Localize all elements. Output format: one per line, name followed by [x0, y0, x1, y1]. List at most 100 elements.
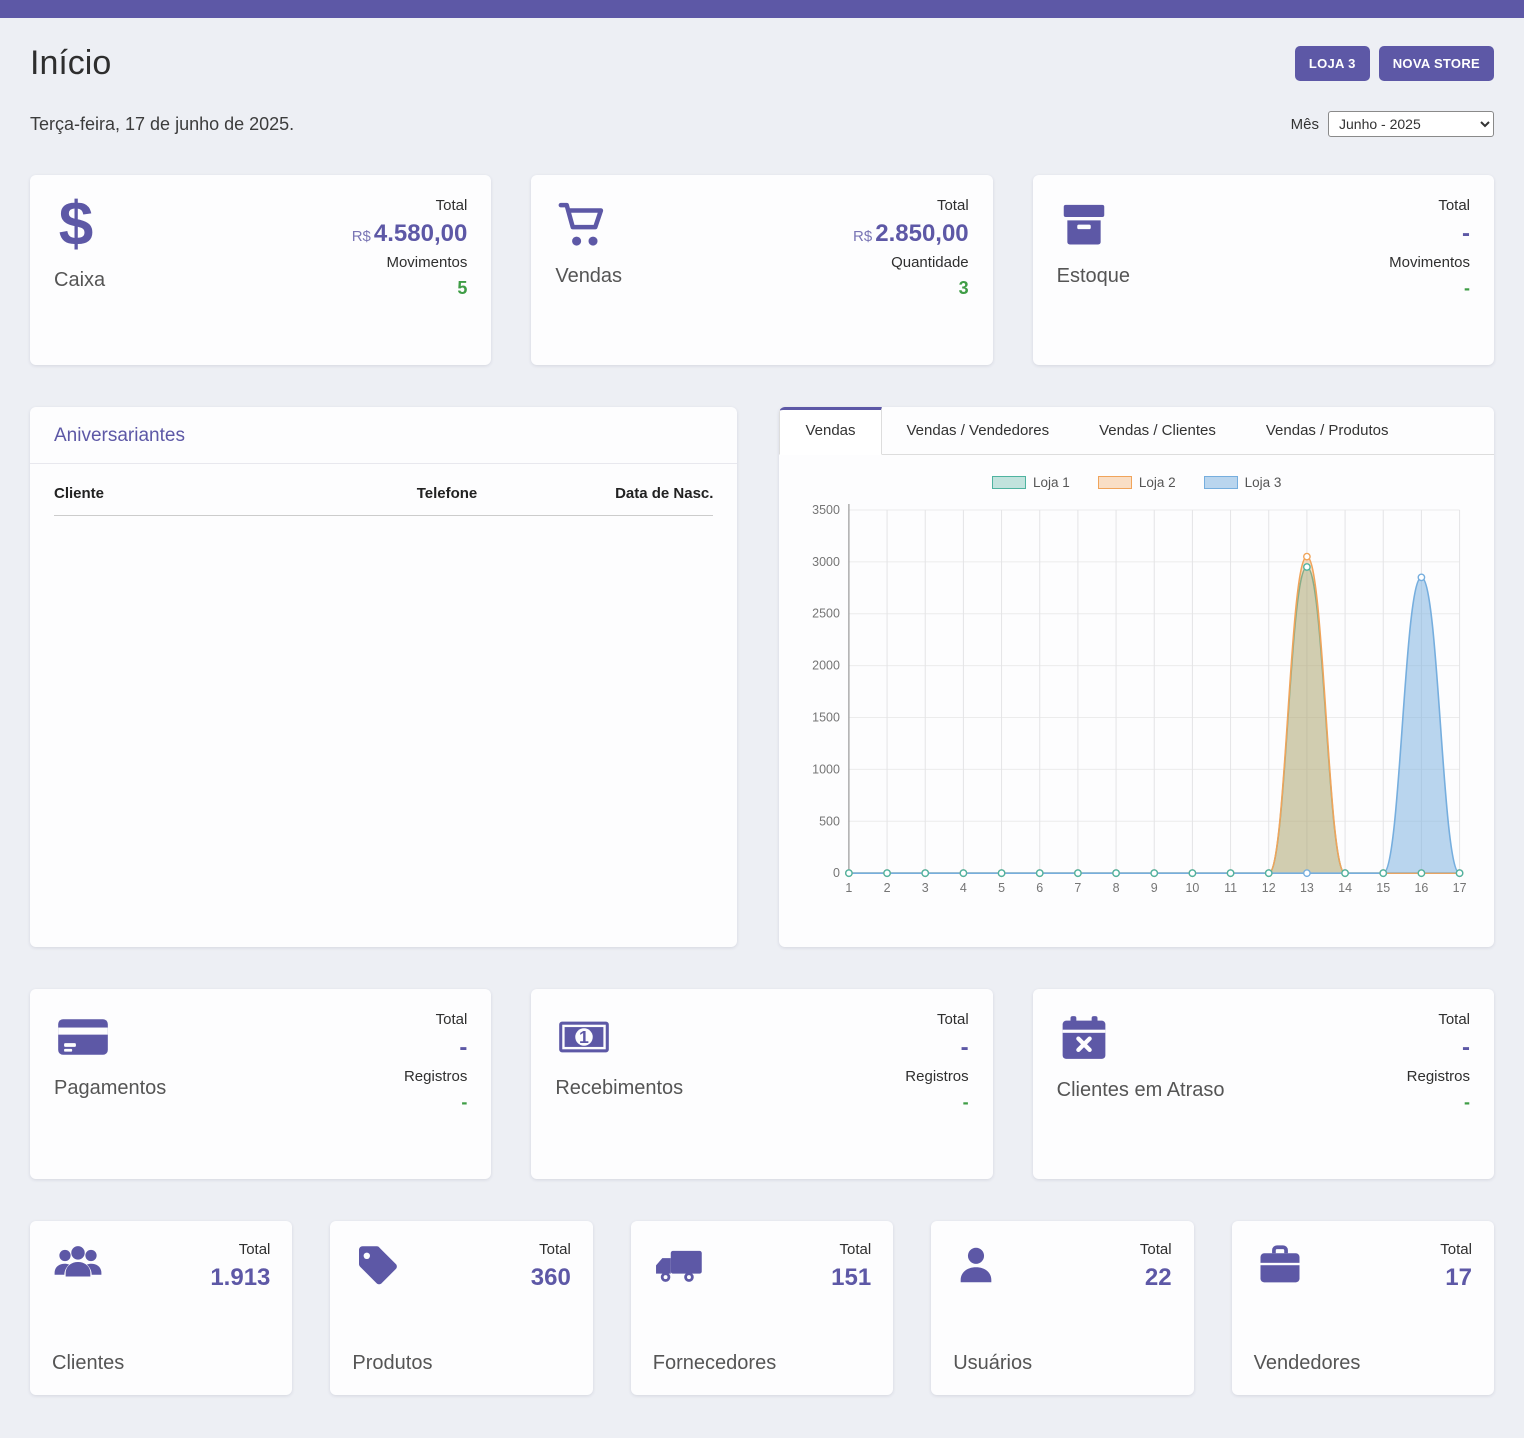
chart-tabs: Vendas Vendas / Vendedores Vendas / Clie…	[779, 407, 1494, 455]
top-accent-bar	[0, 0, 1524, 18]
sub-label: Movimentos	[1389, 254, 1470, 271]
usuarios-card: Total 22 Usuários	[931, 1221, 1193, 1395]
total-value: R$2.850,00	[853, 221, 969, 247]
month-select[interactable]: Junho - 2025	[1328, 111, 1494, 137]
data-point-marker	[1228, 870, 1234, 876]
nova-store-button[interactable]: NOVA STORE	[1379, 46, 1494, 81]
sub-label: Registros	[404, 1068, 467, 1085]
estoque-card: Estoque Total - Movimentos -	[1033, 175, 1494, 365]
x-tick-label: 14	[1339, 881, 1353, 895]
column-header-telefone: Telefone	[417, 472, 582, 516]
legend-label: Loja 3	[1245, 475, 1282, 490]
tab-vendas-clientes[interactable]: Vendas / Clientes	[1074, 407, 1241, 454]
produtos-card: Total 360 Produtos	[330, 1221, 592, 1395]
card-title: Pagamentos	[54, 1077, 166, 1100]
x-tick-label: 12	[1262, 881, 1276, 895]
legend-label: Loja 2	[1139, 475, 1176, 490]
sub-label: Registros	[1407, 1068, 1470, 1085]
y-tick-label: 3000	[813, 555, 841, 569]
data-point-marker	[999, 870, 1005, 876]
data-point-marker	[922, 870, 928, 876]
y-tick-label: 1500	[813, 711, 841, 725]
data-point-marker	[846, 870, 852, 876]
data-point-marker	[961, 870, 967, 876]
x-tick-label: 4	[960, 881, 967, 895]
total-label: Total	[404, 1011, 467, 1028]
fornecedores-card: Total 151 Fornecedores	[631, 1221, 893, 1395]
data-point-marker	[1113, 870, 1119, 876]
mid-stat-row: Pagamentos Total - Registros - 1	[30, 989, 1494, 1179]
svg-text:$: $	[59, 190, 93, 259]
archive-box-icon	[1057, 197, 1130, 251]
total-label: Total	[831, 1241, 871, 1258]
legend-item-loja-2[interactable]: Loja 2	[1098, 475, 1176, 490]
card-title: Caixa	[54, 269, 105, 292]
x-tick-label: 3	[922, 881, 929, 895]
total-value: R$4.580,00	[352, 221, 468, 247]
store-button[interactable]: LOJA 3	[1295, 46, 1370, 81]
total-label: Total	[853, 197, 969, 214]
card-title: Recebimentos	[555, 1077, 683, 1100]
data-point-marker	[1380, 870, 1386, 876]
aniversariantes-card: Aniversariantes Cliente Telefone Data de…	[30, 407, 737, 947]
total-value: -	[1389, 221, 1470, 247]
sub-value: -	[905, 1092, 968, 1113]
sub-label: Quantidade	[853, 254, 969, 271]
total-value: -	[404, 1035, 467, 1061]
x-tick-label: 7	[1075, 881, 1082, 895]
tag-icon	[352, 1241, 400, 1291]
sub-label: Movimentos	[352, 254, 468, 271]
total-label: Total	[210, 1241, 270, 1258]
total-value: -	[1407, 1035, 1470, 1061]
data-point-marker	[1342, 870, 1348, 876]
legend-label: Loja 1	[1033, 475, 1070, 490]
header: Início LOJA 3 NOVA STORE	[30, 44, 1494, 83]
x-tick-label: 6	[1037, 881, 1044, 895]
sub-value: 5	[352, 278, 468, 299]
legend-item-loja-3[interactable]: Loja 3	[1204, 475, 1282, 490]
column-header-data-nasc: Data de Nasc.	[582, 472, 714, 516]
sub-value: -	[1389, 278, 1470, 299]
total-value: 22	[1140, 1265, 1172, 1291]
data-point-marker	[1304, 553, 1310, 559]
briefcase-icon	[1254, 1241, 1306, 1291]
dashboard-page: Início LOJA 3 NOVA STORE Terça-feira, 17…	[0, 18, 1524, 1435]
x-tick-label: 9	[1151, 881, 1158, 895]
data-point-marker	[1419, 574, 1425, 580]
month-picker: Mês Junho - 2025	[1291, 111, 1494, 137]
tab-vendas-vendedores[interactable]: Vendas / Vendedores	[882, 407, 1075, 454]
data-point-marker	[1304, 564, 1310, 570]
user-icon	[953, 1241, 999, 1291]
tab-vendas[interactable]: Vendas	[779, 407, 881, 455]
pagamentos-card: Pagamentos Total - Registros -	[30, 989, 491, 1179]
sub-value: -	[1407, 1092, 1470, 1113]
calendar-x-icon	[1057, 1011, 1225, 1065]
currency-prefix: R$	[352, 228, 371, 245]
total-label: Total	[1440, 1241, 1472, 1258]
y-tick-label: 2500	[813, 607, 841, 621]
data-point-marker	[1304, 870, 1310, 876]
x-tick-label: 2	[884, 881, 891, 895]
legend-swatch	[992, 476, 1026, 489]
data-point-marker	[1266, 870, 1272, 876]
total-label: Total	[1389, 197, 1470, 214]
y-tick-label: 1000	[813, 762, 841, 776]
y-tick-label: 3500	[813, 503, 841, 517]
card-title: Clientes	[52, 1352, 270, 1375]
card-title: Usuários	[953, 1352, 1171, 1375]
legend-swatch	[1098, 476, 1132, 489]
tab-vendas-produtos[interactable]: Vendas / Produtos	[1241, 407, 1414, 454]
header-buttons: LOJA 3 NOVA STORE	[1295, 46, 1494, 81]
data-point-marker	[1457, 870, 1463, 876]
card-title: Vendedores	[1254, 1352, 1472, 1375]
total-label: Total	[531, 1241, 571, 1258]
truck-icon	[653, 1241, 705, 1291]
legend-swatch	[1204, 476, 1238, 489]
card-title: Estoque	[1057, 265, 1130, 288]
sales-line-chart: 0500100015002000250030003500123456789101…	[797, 494, 1476, 913]
column-header-cliente: Cliente	[54, 472, 417, 516]
caixa-card: $ Caixa Total R$4.580,00 Movimentos 5	[30, 175, 491, 365]
total-label: Total	[1407, 1011, 1470, 1028]
legend-item-loja-1[interactable]: Loja 1	[992, 475, 1070, 490]
sub-label: Registros	[905, 1068, 968, 1085]
